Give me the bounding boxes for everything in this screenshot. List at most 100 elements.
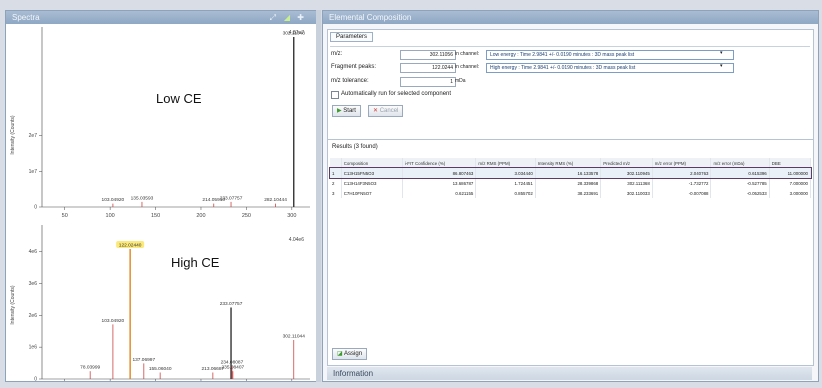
table-cell: -0.052533 [710, 188, 770, 198]
fragment-peaks-label: Fragment peaks: [331, 64, 377, 70]
column-header[interactable]: Composition [341, 158, 403, 168]
table-cell: 3.034440 [475, 168, 536, 178]
table-cell: -1.732772 [652, 178, 712, 188]
table-cell: C13H14F3N5O3 [341, 178, 403, 188]
peak-label: 233.07757 [220, 301, 243, 307]
chevron-down-icon[interactable]: ▾ [720, 63, 723, 69]
spectra-plot-area: Low CE Intensity (Counts) 4.87e7 01e72e7… [10, 27, 310, 381]
table-cell: 86.807463 [402, 168, 477, 178]
peak-label: 135.03593 [131, 195, 154, 201]
table-cell: 2 [330, 178, 342, 188]
information-panel-header[interactable]: Information [327, 367, 812, 380]
peak-label: 233.07757 [220, 195, 243, 201]
tolerance-label: m/z tolerance: [331, 78, 369, 84]
tab-parameters[interactable]: Parameters [330, 32, 374, 42]
column-header[interactable]: Predicted m/z [600, 158, 653, 168]
column-header[interactable]: m/z error (mDa) [710, 158, 770, 168]
results-table: Composition i-FIT Confidence (%) m/z RMS… [329, 158, 812, 198]
table-row[interactable]: 2 C13H14F3N5O3 13.686787 1.724451 28.339… [330, 178, 812, 188]
play-icon: ▶ [337, 108, 342, 114]
pin-icon[interactable]: ✚ [297, 11, 304, 24]
x-tick-label: 50 [62, 213, 68, 219]
y-tick-label: 1e7 [29, 169, 38, 175]
start-button-label: Start [343, 108, 356, 114]
y-tick-label: 0 [34, 205, 37, 211]
peak-label: 235.08407 [222, 365, 245, 371]
table-cell: 0.855702 [475, 188, 536, 198]
y-tick-label: 3e6 [29, 281, 38, 287]
column-header[interactable]: DBE [769, 158, 812, 168]
tolerance-unit: mDa [455, 78, 466, 84]
fragment-peaks-input[interactable]: 122.0244 [400, 63, 456, 73]
y-tick-label: 1e6 [29, 345, 38, 351]
x-tick-label: 100 [106, 213, 115, 219]
assign-button[interactable]: ◪ Assign [332, 348, 368, 360]
table-cell: C13H15FN5O3 [341, 168, 403, 178]
results-title: Results (3 found) [332, 144, 378, 150]
in-channel-label-2: in channel: [455, 64, 480, 70]
start-button[interactable]: ▶ Start [332, 105, 361, 117]
y-tick-label: 2e6 [29, 313, 38, 319]
cancel-button-label: Cancel [379, 108, 399, 114]
elemental-panel-title: Elemental Composition [329, 13, 412, 22]
table-cell: 1.724451 [475, 178, 536, 188]
high-ce-spectrum: High CE Intensity (Counts) 4.04e6 0 1e6 2e… [10, 225, 310, 381]
assign-icon: ◪ [337, 351, 343, 357]
low-ce-label: Low CE [156, 91, 202, 106]
low-energy-channel-select[interactable]: Low energy : Time 2.9841 +/- 0.0190 minu… [486, 50, 734, 60]
chevron-down-icon[interactable]: ▾ [720, 50, 723, 56]
table-row[interactable]: 1 C13H15FN5O3 86.807463 3.034440 16.1335… [329, 167, 812, 179]
y-tick-label: 4e6 [29, 249, 38, 255]
peak-label: 103.04920 [102, 197, 125, 203]
table-cell: 38.233691 [535, 188, 602, 198]
auto-run-label: Automatically run for selected component [341, 91, 452, 97]
panel-splitter[interactable] [316, 10, 321, 382]
table-cell: -0.527785 [710, 178, 770, 188]
column-header[interactable]: m/z error (PPM) [652, 158, 712, 168]
peak-label: 78.03999 [80, 365, 100, 371]
peak-label: 155.06040 [149, 366, 172, 372]
table-cell: 302.110945 [600, 168, 653, 178]
spectra-panel: Spectra ⤢ ◢ ✚ Low CE Intensity (Counts) … [5, 10, 317, 382]
table-cell: C7H10FN5O7 [341, 188, 403, 198]
high-ce-label: High CE [171, 255, 220, 270]
low-ce-spectrum: Low CE Intensity (Counts) 4.87e7 01e72e7… [10, 27, 310, 219]
table-header-row: Composition i-FIT Confidence (%) m/z RMS… [330, 158, 812, 168]
mz-label: m/z: [331, 51, 343, 57]
table-row[interactable]: 3 C7H10FN5O7 0.621155 0.855702 38.233691… [330, 188, 812, 198]
high-energy-channel-select[interactable]: High energy : Time 2.9841 +/- 0.0190 min… [486, 63, 734, 73]
y-tick-label: 0 [34, 377, 37, 382]
column-header[interactable]: i-FIT Confidence (%) [402, 158, 477, 168]
peak-label: 103.04920 [102, 318, 125, 324]
tolerance-input[interactable]: 1 [400, 77, 456, 87]
assign-button-label: Assign [344, 351, 363, 357]
x-tick-label: 150 [151, 213, 160, 219]
table-cell: 302.111368 [600, 178, 653, 188]
color-icon[interactable]: ◢ [284, 11, 290, 24]
spectra-panel-header: Spectra ⤢ ◢ ✚ [6, 11, 316, 24]
table-cell: 28.339868 [535, 178, 602, 188]
y-tick-label: 2e7 [29, 133, 38, 139]
peak-label: 302.11048 [283, 31, 306, 37]
table-cell: 3 [330, 188, 342, 198]
peak-label: 137.06997 [132, 357, 155, 363]
auto-run-checkbox[interactable] [331, 91, 339, 99]
column-header[interactable] [330, 158, 342, 168]
elemental-composition-panel: Elemental Composition Parameters m/z: 30… [322, 10, 819, 382]
results-section: Results (3 found) Composition i-FIT Conf… [327, 139, 814, 366]
high-scale-label: 4.04e6 [289, 237, 305, 243]
column-header[interactable]: m/z RMS (PPM) [475, 158, 536, 168]
column-header[interactable]: Intensity RMS (%) [535, 158, 602, 168]
mz-input[interactable]: 302.11056 [400, 50, 456, 60]
tab-divider [330, 46, 810, 47]
table-cell: 302.110033 [600, 188, 653, 198]
cancel-button[interactable]: ✕ Cancel [368, 105, 404, 117]
low-y-axis-label: Intensity (Counts) [10, 115, 16, 155]
table-cell: -0.007088 [652, 188, 712, 198]
peak-label: 234.08087 [221, 360, 244, 366]
table-cell: 3.000000 [769, 188, 812, 198]
table-cell: 13.686787 [402, 178, 477, 188]
table-cell: 11.000000 [769, 168, 812, 178]
elemental-panel-header: Elemental Composition [323, 11, 818, 24]
zoom-icon[interactable]: ⤢ [270, 11, 276, 24]
